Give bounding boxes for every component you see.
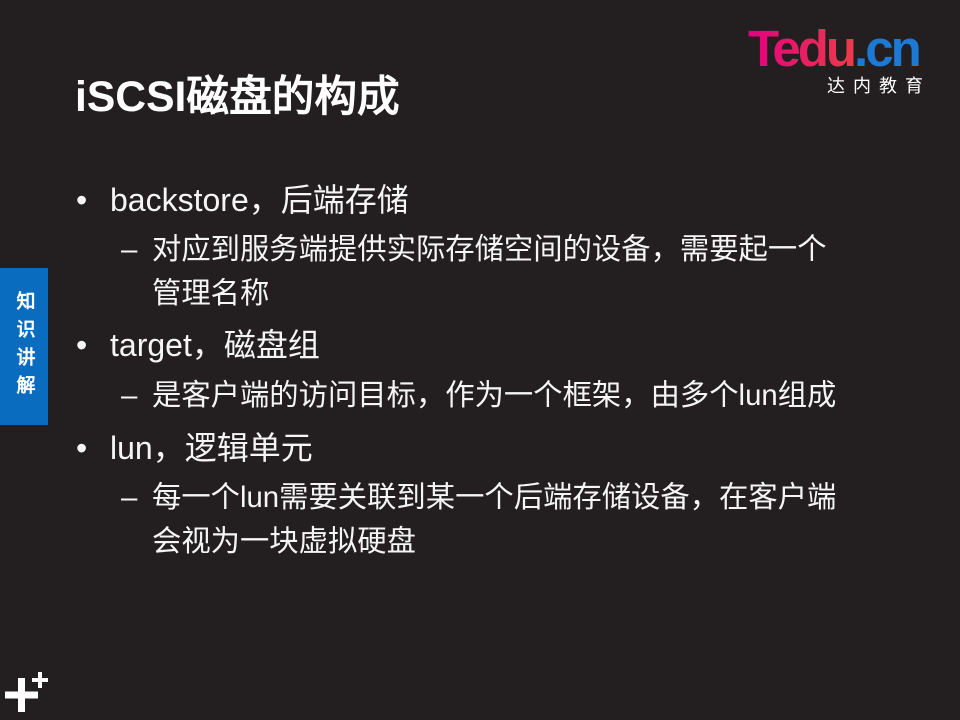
dash-marker: – (121, 379, 138, 412)
logo-wordmark-main: Tedu (748, 20, 857, 77)
sub-text: 每一个lun需要关联到某一个后端存储设备，在客户端 会视为一块虚拟硬盘 (152, 476, 836, 563)
sub-text-line: 会视为一块虚拟硬盘 (152, 524, 416, 558)
logo-wordmark-suffix: .cn (854, 20, 922, 77)
bullet-marker: • (76, 327, 88, 363)
slide: iSCSI磁盘的构成 Tedu.cn 达内教育 知识讲解 • backstore… (0, 0, 960, 720)
side-tab: 知识讲解 (0, 268, 48, 425)
logo-wordmark: Tedu.cn (748, 23, 922, 74)
plus-icon (5, 672, 48, 712)
plus-icon-large-vertical (18, 678, 25, 712)
sub-text-line: 每一个lun需要关联到某一个后端存储设备，在客户端 (152, 481, 837, 514)
bullet-text: target，磁盘组 (110, 327, 320, 363)
bullet-text: backstore，后端存储 (110, 182, 409, 218)
sub-text-line: 对应到服务端提供实际存储空间的设备，需要起一个 (152, 233, 827, 266)
sub-text: 是客户端的访问目标，作为一个框架，由多个lun组成 (152, 374, 836, 418)
bullet-text: lun，逻辑单元 (110, 430, 313, 466)
page-title: iSCSI磁盘的构成 (75, 73, 400, 121)
sub-text: 对应到服务端提供实际存储空间的设备，需要起一个 管理名称 (152, 228, 827, 315)
dash-marker: – (121, 481, 138, 514)
sub-text-line: 管理名称 (152, 276, 270, 310)
plus-icon-small-vertical (38, 672, 42, 688)
bullet-marker: • (76, 430, 88, 466)
bullet-marker: • (76, 182, 88, 218)
sub-text-line: 是客户端的访问目标，作为一个框架，由多个lun组成 (152, 379, 837, 412)
dash-marker: – (121, 233, 138, 266)
side-tab-label: 知识讲解 (13, 290, 36, 403)
logo-tagline: 达内教育 (827, 76, 931, 97)
